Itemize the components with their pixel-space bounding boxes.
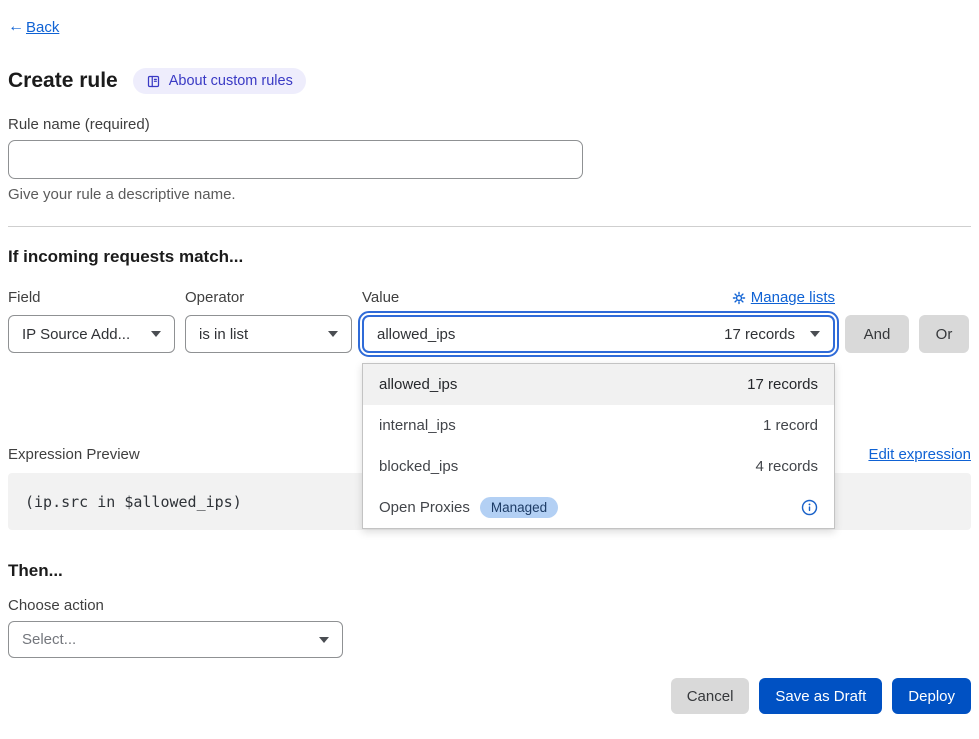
cancel-button[interactable]: Cancel xyxy=(671,678,750,714)
value-select[interactable]: allowed_ips 17 records xyxy=(362,315,835,353)
list-name: allowed_ips xyxy=(379,376,457,393)
field-label: Field xyxy=(8,289,185,306)
rule-name-helper: Give your rule a descriptive name. xyxy=(8,186,971,203)
back-arrow-icon: ← xyxy=(8,18,24,36)
list-name: internal_ips xyxy=(379,417,456,434)
match-heading: If incoming requests match... xyxy=(8,247,971,267)
page-title: Create rule xyxy=(8,69,118,93)
chevron-down-icon xyxy=(810,331,820,337)
list-name: Open Proxies xyxy=(379,499,470,516)
manage-lists-label: Manage lists xyxy=(751,289,835,306)
back-link-label: Back xyxy=(26,19,59,36)
value-select-name: allowed_ips xyxy=(377,326,455,343)
list-count: 1 record xyxy=(763,417,818,434)
expression-preview-label: Expression Preview xyxy=(8,446,140,463)
value-select-wrap: allowed_ips 17 records allowed_ips 17 re… xyxy=(362,315,835,353)
chevron-down-icon xyxy=(151,331,161,337)
rule-name-input[interactable] xyxy=(8,140,583,179)
dropdown-item-allowed-ips[interactable]: allowed_ips 17 records xyxy=(363,364,834,405)
section-divider xyxy=(8,226,971,227)
gear-icon xyxy=(732,291,746,305)
action-select[interactable]: Select... xyxy=(8,621,343,658)
footer-actions: Cancel Save as Draft Deploy xyxy=(8,678,971,714)
deploy-button[interactable]: Deploy xyxy=(892,678,971,714)
dropdown-item-internal-ips[interactable]: internal_ips 1 record xyxy=(363,405,834,446)
manage-lists-link[interactable]: Manage lists xyxy=(732,289,835,306)
list-count: 4 records xyxy=(755,458,818,475)
or-button[interactable]: Or xyxy=(919,315,969,353)
about-custom-rules-link[interactable]: About custom rules xyxy=(133,68,306,94)
book-icon xyxy=(146,74,161,89)
operator-select-value: is in list xyxy=(199,326,248,343)
operator-select[interactable]: is in list xyxy=(185,315,352,353)
value-dropdown-menu: allowed_ips 17 records internal_ips 1 re… xyxy=(362,363,835,529)
chevron-down-icon xyxy=(328,331,338,337)
create-rule-page: ←Back Create rule About custom rules Rul… xyxy=(0,0,979,739)
back-link[interactable]: ←Back xyxy=(8,18,59,36)
dropdown-item-open-proxies[interactable]: Open Proxies Managed xyxy=(363,487,834,528)
save-as-draft-button[interactable]: Save as Draft xyxy=(759,678,882,714)
back-row: ←Back xyxy=(8,18,971,38)
action-select-placeholder: Select... xyxy=(22,631,76,648)
about-custom-rules-label: About custom rules xyxy=(169,73,293,89)
field-select-value: IP Source Add... xyxy=(22,326,130,343)
rule-name-label: Rule name (required) xyxy=(8,116,971,133)
then-heading: Then... xyxy=(8,561,971,581)
field-select[interactable]: IP Source Add... xyxy=(8,315,175,353)
list-count: 17 records xyxy=(747,376,818,393)
chevron-down-icon xyxy=(319,637,329,643)
condition-labels-row: Field Operator Value Manage lists xyxy=(8,289,971,306)
rule-name-block: Rule name (required) Give your rule a de… xyxy=(8,116,971,203)
list-name: blocked_ips xyxy=(379,458,458,475)
value-label: Value xyxy=(362,289,399,306)
dropdown-item-blocked-ips[interactable]: blocked_ips 4 records xyxy=(363,446,834,487)
managed-badge: Managed xyxy=(480,497,558,518)
value-select-count: 17 records xyxy=(724,326,795,343)
choose-action-label: Choose action xyxy=(8,597,971,614)
title-row: Create rule About custom rules xyxy=(8,68,971,94)
expression-code: (ip.src in $allowed_ips) xyxy=(25,493,242,511)
edit-expression-link[interactable]: Edit expression xyxy=(868,446,971,463)
and-button[interactable]: And xyxy=(845,315,909,353)
operator-label: Operator xyxy=(185,289,362,306)
condition-row: IP Source Add... is in list allowed_ips … xyxy=(8,315,971,353)
info-icon[interactable] xyxy=(801,499,818,516)
